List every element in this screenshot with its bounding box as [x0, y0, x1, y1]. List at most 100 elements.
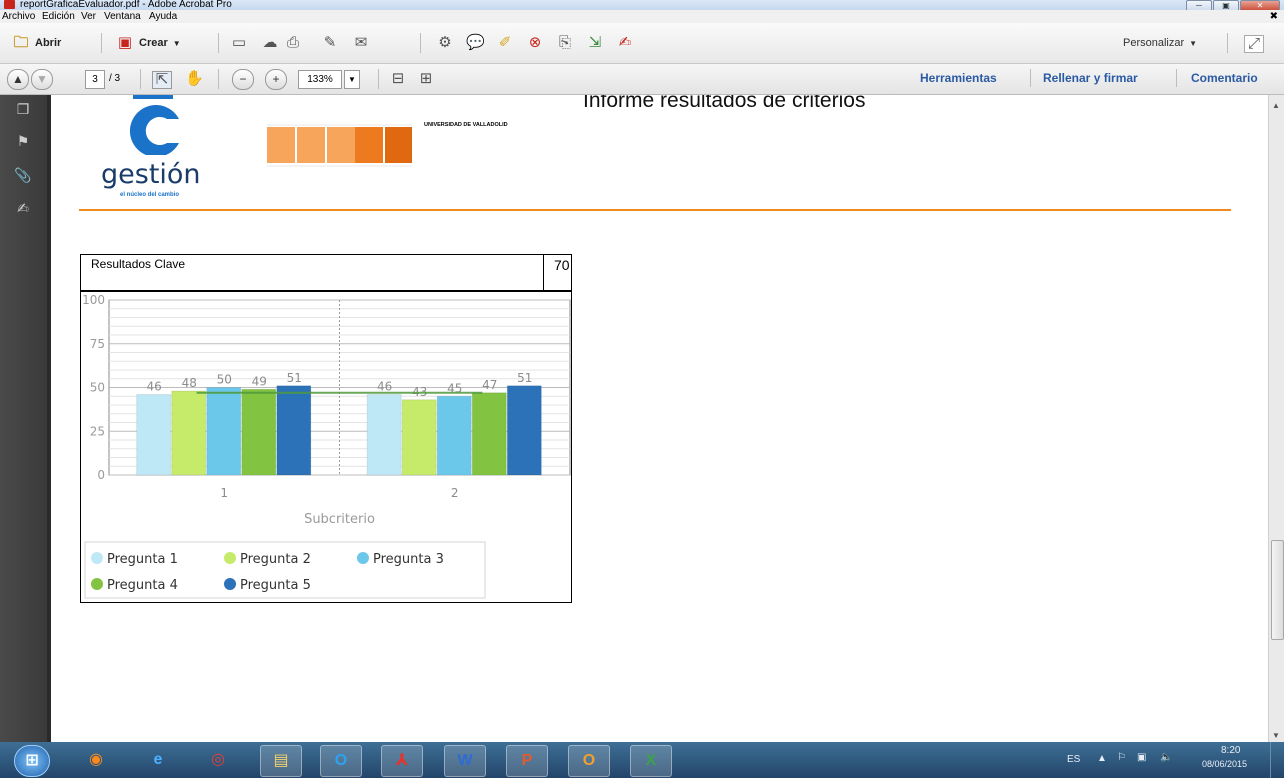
legend-marker: [357, 552, 369, 564]
export-icon[interactable]: ⇲: [586, 35, 604, 51]
outlook-app-icon[interactable]: O: [320, 745, 362, 777]
cloud-upload-icon[interactable]: ☁: [261, 35, 279, 51]
title-bar: reportGraficaEvaluador.pdf - Adobe Acrob…: [0, 0, 1284, 13]
tools-link[interactable]: Herramientas: [920, 71, 997, 85]
zoom-dropdown-icon[interactable]: ▼: [344, 70, 360, 89]
vertical-scrollbar[interactable]: ▲ ▼: [1268, 95, 1284, 742]
attachment-icon[interactable]: 📎: [14, 167, 32, 183]
outlook-icon[interactable]: O: [568, 745, 610, 777]
open-button[interactable]: 🗀 Abrir: [12, 33, 61, 53]
fit-width-icon[interactable]: ⊞: [417, 71, 435, 87]
firefox-icon[interactable]: ◉: [76, 745, 116, 775]
toolbar-separator: [378, 69, 379, 89]
legend-label: Pregunta 4: [107, 578, 178, 593]
menu-edicion[interactable]: Edición: [42, 10, 75, 23]
create-pdf-icon: ▣: [117, 34, 133, 51]
language-indicator[interactable]: ES: [1067, 754, 1080, 765]
bookmark-icon[interactable]: ⚑: [14, 133, 32, 149]
legend-marker: [224, 552, 236, 564]
start-button-icon[interactable]: ⊞: [14, 745, 50, 777]
zoom-in-icon[interactable]: +: [265, 69, 287, 90]
results-header-row: Resultados Clave 70: [80, 254, 572, 292]
x-tick-label: 2: [451, 486, 459, 500]
scroll-thumb[interactable]: [1271, 540, 1284, 640]
chevron-down-icon: ▼: [172, 38, 181, 48]
toolbar-separator: [1176, 69, 1177, 87]
data-label: 48: [182, 376, 197, 390]
section-label: Resultados Clave: [91, 257, 186, 271]
fit-page-icon[interactable]: ⊟: [389, 71, 407, 87]
navigation-toolbar: ▲ ▼ 3 / 3 ⇱ ✋ − + 133% ▼ ⊟ ⊞ Herramienta…: [0, 64, 1284, 95]
legend-label: Pregunta 2: [240, 552, 311, 567]
compare-icon[interactable]: ⎘: [556, 35, 574, 51]
show-hidden-icons-icon[interactable]: ▲: [1097, 753, 1107, 764]
action-center-flag-icon[interactable]: ⚐: [1117, 752, 1126, 763]
gestion-logo: [121, 95, 201, 157]
chrome-icon[interactable]: ◎: [198, 745, 238, 775]
previous-page-icon[interactable]: ▲: [7, 69, 29, 90]
expand-icon[interactable]: ⤢: [1244, 35, 1264, 53]
toolbar-separator: [1030, 69, 1031, 87]
university-name: UNIVERSIDAD DE VALLADOLID: [424, 122, 508, 128]
logo-c-mark: [129, 95, 179, 157]
edit-icon[interactable]: ✎: [321, 35, 339, 51]
bar: [506, 385, 542, 476]
y-tick-label: 25: [90, 424, 105, 438]
legend-label: Pregunta 1: [107, 552, 178, 567]
gear-icon[interactable]: ⚙: [436, 35, 454, 51]
bar: [471, 392, 507, 476]
menu-ver[interactable]: Ver: [81, 10, 96, 23]
y-tick-label: 50: [90, 381, 105, 395]
clock-date[interactable]: 08/06/2015: [1202, 759, 1247, 769]
legend-marker: [91, 552, 103, 564]
clock-time[interactable]: 8:20: [1221, 745, 1240, 756]
scroll-up-icon[interactable]: ▲: [1272, 101, 1280, 110]
bar: [436, 395, 472, 476]
save-icon[interactable]: ▭: [230, 35, 248, 51]
highlight-icon[interactable]: ✐: [496, 35, 514, 51]
menu-ayuda[interactable]: Ayuda: [149, 10, 177, 23]
page-total: / 3: [109, 73, 121, 84]
close-document-icon[interactable]: ✖: [1270, 10, 1278, 23]
zoom-out-icon[interactable]: −: [232, 69, 254, 90]
folder-icon: 🗀: [13, 34, 29, 51]
next-page-icon[interactable]: ▼: [31, 69, 53, 90]
windows-taskbar: ⊞ ◉ e ◎ ▤ O ⅄ W P O X ES ▲ ⚐ ▣ 🔈 8:20 08…: [0, 742, 1284, 778]
y-tick-label: 0: [97, 468, 105, 482]
menu-archivo[interactable]: Archivo: [2, 10, 35, 23]
page-number-input[interactable]: 3: [85, 70, 105, 89]
menu-ventana[interactable]: Ventana: [104, 10, 141, 23]
create-button[interactable]: ▣ Crear ▼: [116, 33, 181, 53]
powerpoint-icon[interactable]: P: [506, 745, 548, 777]
file-explorer-icon[interactable]: ▤: [260, 745, 302, 777]
bar: [276, 385, 312, 476]
internet-explorer-icon[interactable]: e: [138, 745, 178, 775]
comment-bubble-icon[interactable]: 💬: [466, 35, 485, 51]
customize-button[interactable]: Personalizar ▼: [1123, 33, 1197, 53]
redact-icon[interactable]: ⊗: [526, 35, 544, 51]
toolbar-separator: [101, 33, 102, 53]
scroll-down-icon[interactable]: ▼: [1272, 731, 1280, 740]
cell-divider: [543, 255, 544, 290]
sign-icon[interactable]: ✍: [616, 35, 634, 51]
show-desktop-button[interactable]: [1270, 742, 1284, 778]
data-label: 49: [252, 374, 267, 388]
email-icon[interactable]: ✉: [352, 35, 370, 51]
acrobat-taskbar-icon[interactable]: ⅄: [381, 745, 423, 777]
legend-marker: [91, 578, 103, 590]
word-icon[interactable]: W: [444, 745, 486, 777]
volume-icon[interactable]: 🔈: [1160, 752, 1172, 763]
comment-link[interactable]: Comentario: [1191, 71, 1258, 85]
chart-frame: 02550751004648504951146434547512Subcrite…: [80, 290, 572, 603]
excel-icon[interactable]: X: [630, 745, 672, 777]
select-cursor-icon[interactable]: ⇱: [152, 71, 172, 89]
print-icon[interactable]: ⎙: [284, 35, 302, 51]
fill-sign-link[interactable]: Rellenar y firmar: [1043, 71, 1138, 85]
network-icon[interactable]: ▣: [1137, 752, 1146, 763]
hand-tool-icon[interactable]: ✋: [185, 71, 204, 87]
zoom-level-input[interactable]: 133%: [298, 70, 342, 89]
signature-icon[interactable]: ✍: [14, 200, 32, 216]
page-thumbnails-icon[interactable]: ❐: [14, 101, 32, 117]
toolbar-separator: [218, 69, 219, 89]
y-tick-label: 100: [82, 293, 105, 307]
